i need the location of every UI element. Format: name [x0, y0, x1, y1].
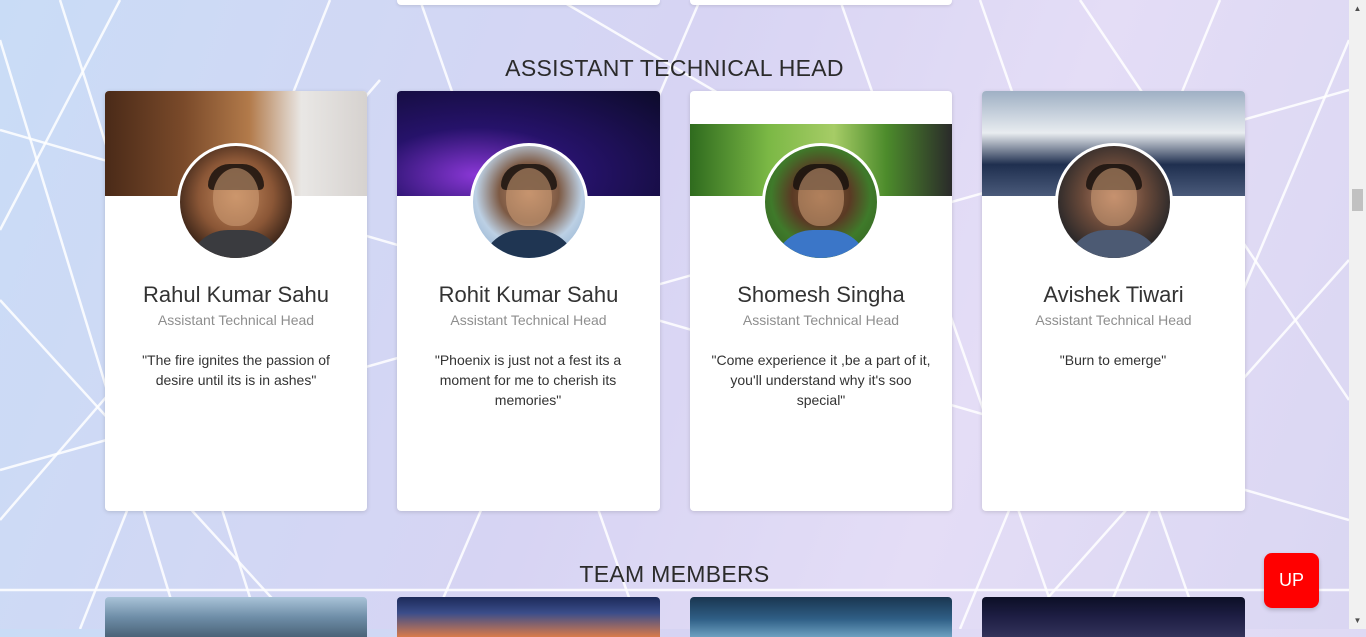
avatar [762, 143, 880, 261]
scroll-up-arrow-icon[interactable]: ▲ [1349, 0, 1366, 17]
profile-role: Assistant Technical Head [1035, 312, 1192, 328]
profile-role: Assistant Technical Head [450, 312, 607, 328]
section-title-team-members: TEAM MEMBERS [579, 561, 770, 587]
page-content: ASSISTANT TECHNICAL HEAD Rahul Kumar Sah… [0, 0, 1349, 637]
profile-role: Assistant Technical Head [157, 312, 315, 328]
profile-card: Rahul Kumar Sahu Assistant Technical Hea… [105, 91, 367, 511]
profile-name: Avishek Tiwari [1043, 282, 1184, 307]
scroll-down-arrow-icon[interactable]: ▼ [1349, 612, 1366, 629]
avatar [1054, 143, 1173, 261]
previous-card-bottom [690, 0, 952, 5]
avatar [177, 143, 295, 261]
team-member-card-cover [105, 597, 367, 637]
section-title-assistant-technical-head: ASSISTANT TECHNICAL HEAD [505, 55, 844, 81]
profile-quote: "Come experience it ,be a part of it, yo… [711, 352, 931, 408]
team-member-card-cover [690, 597, 952, 637]
previous-card-bottom [397, 0, 660, 5]
scroll-to-top-button[interactable]: UP [1264, 553, 1319, 608]
scrollbar-thumb[interactable] [1352, 188, 1363, 211]
profile-name: Rahul Kumar Sahu [143, 282, 329, 307]
profile-quote: "Phoenix is just not a fest its a moment… [434, 352, 622, 408]
team-member-card-cover [397, 597, 660, 637]
profile-name: Shomesh Singha [737, 282, 905, 307]
profile-role: Assistant Technical Head [742, 312, 900, 328]
profile-quote: "Burn to emerge" [1059, 352, 1167, 368]
team-member-card-cover [982, 597, 1245, 637]
avatar [469, 143, 588, 261]
profile-quote: "The fire ignites the passion of desire … [142, 352, 330, 388]
profile-name: Rohit Kumar Sahu [438, 282, 619, 307]
profile-card: Shomesh Singha Assistant Technical Head … [690, 91, 952, 511]
profile-card: Rohit Kumar Sahu Assistant Technical Hea… [397, 91, 660, 511]
vertical-scrollbar[interactable]: ▲ ▼ [1349, 0, 1366, 629]
profile-card: Avishek Tiwari Assistant Technical Head … [982, 91, 1245, 511]
